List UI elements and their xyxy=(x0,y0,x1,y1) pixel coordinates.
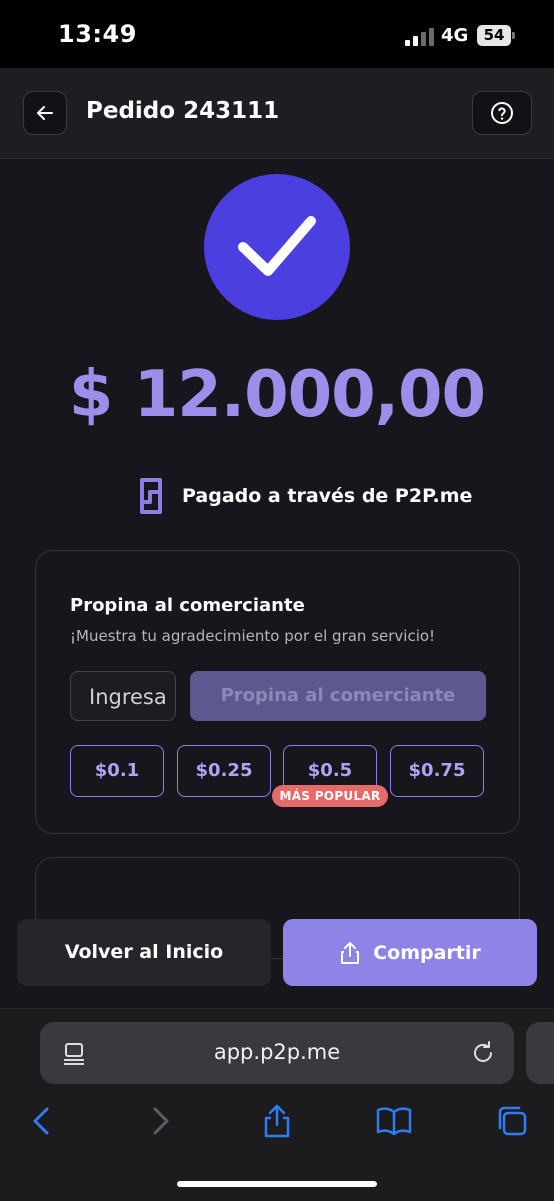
browser-forward-button[interactable] xyxy=(137,1097,185,1145)
question-circle-icon xyxy=(491,102,513,124)
p2p-logo-icon xyxy=(140,478,162,514)
arrow-left-icon xyxy=(37,106,53,120)
page-header: Pedido 243111 xyxy=(0,68,554,159)
browser-chrome: app.p2p.me xyxy=(0,1008,554,1201)
popular-badge: MÁS POPULAR xyxy=(272,785,388,807)
share-label: Compartir xyxy=(373,941,481,964)
url-text: app.p2p.me xyxy=(213,1040,341,1064)
address-bar[interactable]: app.p2p.me xyxy=(40,1022,514,1084)
network-label: 4G xyxy=(441,25,469,46)
share-icon xyxy=(264,1104,290,1138)
browser-back-button[interactable] xyxy=(17,1097,65,1145)
check-icon xyxy=(238,216,316,276)
browser-share-button[interactable] xyxy=(253,1097,301,1145)
back-icon xyxy=(33,1107,49,1135)
tabs-icon xyxy=(498,1106,527,1136)
tip-subtitle: ¡Muestra tu agradecimiento por el gran s… xyxy=(70,627,436,645)
share-button[interactable]: Compartir xyxy=(283,919,537,986)
reload-icon[interactable] xyxy=(470,1040,496,1066)
signal-icon xyxy=(405,28,435,46)
paid-via-text: Pagado a través de P2P.me xyxy=(182,485,473,507)
status-bar: 13:49 4G 54 xyxy=(0,0,554,68)
paid-amount: $ 12.000,00 xyxy=(68,358,486,432)
bookmarks-button[interactable] xyxy=(370,1097,418,1145)
paid-via-row: Pagado a través de P2P.me xyxy=(134,476,472,516)
share-icon xyxy=(341,941,360,964)
battery-tip xyxy=(512,32,515,39)
tip-option-0.25[interactable]: $0.25 xyxy=(177,745,271,797)
tip-option-0.1[interactable]: $0.1 xyxy=(70,745,164,797)
success-check xyxy=(204,174,350,320)
battery-icon: 54 xyxy=(477,25,511,46)
tip-card: Propina al comerciante ¡Muestra tu agrad… xyxy=(35,550,520,834)
page-title: Pedido 243111 xyxy=(86,98,280,124)
help-button[interactable] xyxy=(472,91,532,135)
next-tab-bar[interactable] xyxy=(526,1022,554,1084)
tip-amount-input[interactable]: Ingresa xyxy=(70,671,176,721)
bookmarks-icon xyxy=(376,1107,412,1136)
home-indicator xyxy=(177,1181,377,1187)
tip-option-0.75[interactable]: $0.75 xyxy=(390,745,484,797)
status-time: 13:49 xyxy=(58,20,137,48)
forward-icon xyxy=(153,1107,169,1135)
tip-submit-button[interactable]: Propina al comerciante xyxy=(190,671,486,721)
back-home-button[interactable]: Volver al Inicio xyxy=(17,919,271,986)
tip-title: Propina al comerciante xyxy=(70,595,305,616)
back-button[interactable] xyxy=(23,91,67,135)
tabs-button[interactable] xyxy=(488,1097,536,1145)
